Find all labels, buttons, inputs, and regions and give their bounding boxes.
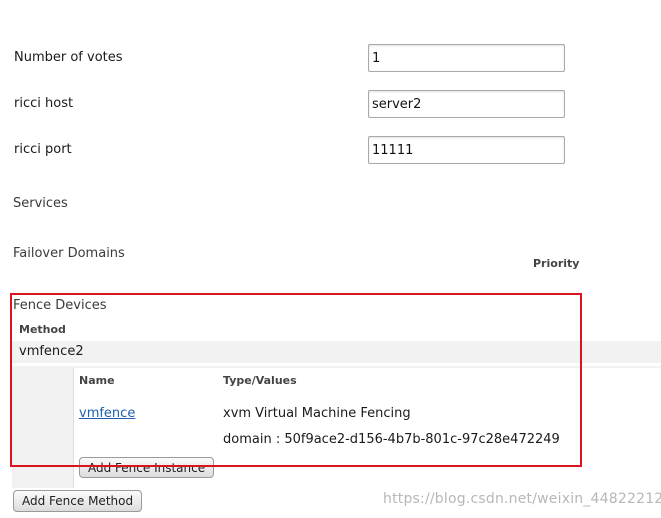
fence-method-name: vmfence2 bbox=[19, 344, 84, 359]
add-fence-instance-button[interactable]: Add Fence Instance bbox=[79, 457, 215, 478]
watermark-text: https://blog.csdn.net/weixin_44822212 bbox=[383, 491, 661, 507]
ricci-port-label: ricci port bbox=[14, 142, 72, 157]
ricci-host-input[interactable] bbox=[368, 90, 565, 118]
fence-devices-heading: Fence Devices bbox=[13, 298, 107, 313]
ricci-port-input[interactable] bbox=[368, 136, 565, 164]
ricci-host-label: ricci host bbox=[14, 96, 74, 111]
fence-device-link[interactable]: vmfence bbox=[79, 406, 135, 421]
votes-label: Number of votes bbox=[14, 50, 123, 65]
type-values-column-header: Type/Values bbox=[223, 374, 297, 387]
priority-column-header: Priority bbox=[533, 257, 580, 270]
add-fence-method-button[interactable]: Add Fence Method bbox=[13, 490, 143, 512]
method-column-header: Method bbox=[19, 323, 66, 336]
fence-device-type: xvm Virtual Machine Fencing bbox=[223, 406, 411, 421]
services-heading: Services bbox=[13, 196, 68, 211]
failover-domains-heading: Failover Domains bbox=[13, 246, 125, 261]
votes-input[interactable] bbox=[368, 44, 565, 72]
fence-method-row bbox=[12, 341, 661, 363]
name-column-header: Name bbox=[79, 374, 115, 387]
fence-device-domain-value: domain : 50f9ace2-d156-4b7b-801c-97c28e4… bbox=[223, 432, 560, 447]
